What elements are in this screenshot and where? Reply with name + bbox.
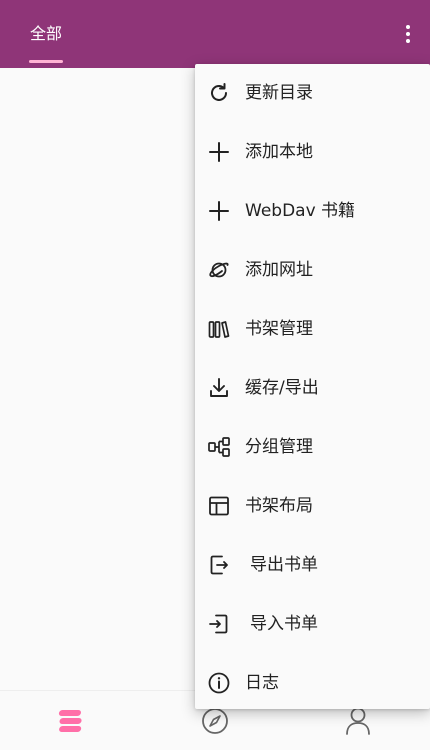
planet-icon	[209, 262, 229, 278]
import-icon	[209, 614, 228, 634]
overflow-menu: 更新目录 添加本地 WebDav 书籍 添加网址 书架管理 缓存/导出 分组管理…	[195, 64, 430, 709]
menu-item-label: WebDav 书籍	[245, 201, 356, 221]
tab-indicator	[29, 60, 63, 63]
menu-item-label: 书架布局	[245, 496, 313, 516]
menu-item-label: 书架管理	[245, 319, 313, 339]
menu-item-group-manage[interactable]: 分组管理	[195, 418, 430, 476]
more-dot-icon	[406, 39, 410, 43]
tab-all-label: 全部	[29, 24, 62, 43]
menu-item-import-booklist[interactable]: 导入书单	[195, 595, 430, 653]
menu-item-label: 导出书单	[250, 555, 318, 575]
menu-item-label: 缓存/导出	[245, 378, 319, 398]
layout-icon	[209, 496, 229, 516]
menu-item-bookshelf-manage[interactable]: 书架管理	[195, 300, 430, 358]
menu-item-label: 添加网址	[245, 260, 313, 280]
download-icon	[210, 378, 228, 397]
info-icon	[208, 672, 230, 694]
group-icon	[208, 437, 230, 457]
export-icon	[210, 555, 228, 575]
menu-item-update-toc[interactable]: 更新目录	[195, 64, 430, 122]
plus-icon	[209, 201, 229, 221]
refresh-icon	[211, 83, 227, 101]
nav-bookshelf[interactable]	[0, 691, 143, 750]
more-options-button[interactable]	[392, 16, 424, 52]
menu-item-label: 更新目录	[245, 83, 313, 103]
books-icon	[208, 321, 230, 338]
menu-item-label: 分组管理	[245, 437, 313, 457]
top-app-bar: 全部	[0, 0, 430, 68]
menu-item-log[interactable]: 日志	[195, 654, 430, 712]
plus-icon	[209, 142, 229, 162]
menu-item-label: 导入书单	[250, 614, 318, 634]
menu-item-label: 日志	[245, 673, 279, 693]
menu-item-cache-export[interactable]: 缓存/导出	[195, 359, 430, 417]
menu-item-bookshelf-layout[interactable]: 书架布局	[195, 477, 430, 535]
menu-item-export-booklist[interactable]: 导出书单	[195, 536, 430, 594]
tab-all[interactable]: 全部	[22, 0, 70, 68]
menu-item-webdav-books[interactable]: WebDav 书籍	[195, 182, 430, 240]
bookshelf-icon	[58, 710, 82, 732]
menu-item-add-local[interactable]: 添加本地	[195, 123, 430, 181]
more-dot-icon	[406, 32, 410, 36]
menu-item-add-url[interactable]: 添加网址	[195, 241, 430, 299]
more-dot-icon	[406, 25, 410, 29]
menu-item-label: 添加本地	[245, 142, 313, 162]
